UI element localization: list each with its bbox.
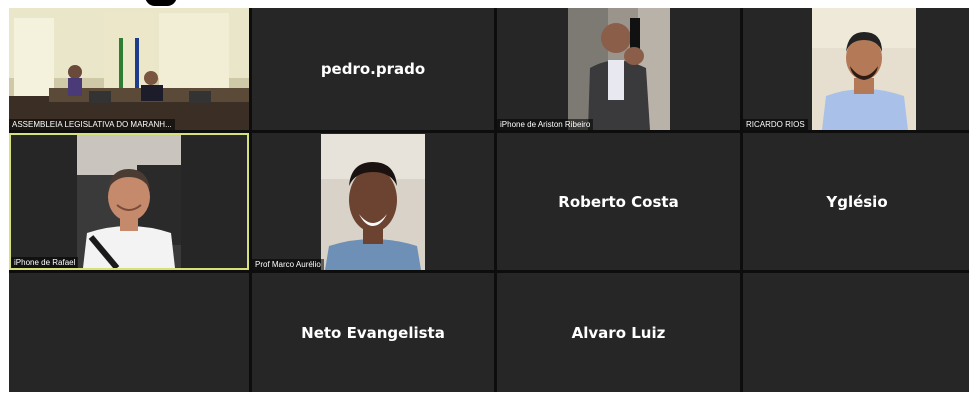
empty-tile (743, 273, 969, 392)
participant-name: Neto Evangelista (301, 323, 445, 342)
participant-tile-rafael[interactable]: iPhone de Rafael (9, 133, 249, 270)
participant-name: pedro.prado (320, 60, 426, 78)
participant-name-label: Prof Marco Aurélio (252, 259, 324, 270)
participant-video (321, 134, 425, 270)
participant-video (568, 8, 670, 130)
participant-video (812, 8, 916, 130)
participant-tile-neto-evangelista[interactable]: Neto Evangelista (252, 273, 494, 392)
participant-tile-alvaro-luiz[interactable]: Alvaro Luiz (497, 273, 740, 392)
participant-name: Roberto Costa (558, 192, 679, 211)
participant-name-label: iPhone de Ariston Ribeiro (497, 119, 594, 130)
participant-name: Yglésio (826, 192, 888, 211)
empty-tile (9, 273, 249, 392)
participant-tile-roberto-costa[interactable]: Roberto Costa (497, 133, 740, 270)
participant-tile-assembleia[interactable]: ASSEMBLEIA LEGISLATIVA DO MARANH... (9, 8, 249, 130)
participant-tile-pedro-prado[interactable]: pedro.prado (252, 8, 494, 130)
participant-tile-ariston-ribeiro[interactable]: iPhone de Ariston Ribeiro (497, 8, 740, 130)
participant-name-label: ASSEMBLEIA LEGISLATIVA DO MARANH... (9, 119, 175, 130)
participant-name-label: RICARDO RIOS (743, 119, 808, 130)
participant-name-label: iPhone de Rafael (11, 257, 79, 268)
video-gallery: ASSEMBLEIA LEGISLATIVA DO MARANH... pedr… (9, 8, 969, 392)
participant-video (77, 135, 181, 268)
participant-tile-yglesio[interactable]: Yglésio (743, 133, 969, 270)
participant-name: Alvaro Luiz (571, 323, 666, 342)
participant-tile-ricardo-rios[interactable]: RICARDO RIOS (743, 8, 969, 130)
participant-video (9, 8, 249, 130)
participant-tile-marco-aurelio[interactable]: Prof Marco Aurélio (252, 133, 494, 270)
